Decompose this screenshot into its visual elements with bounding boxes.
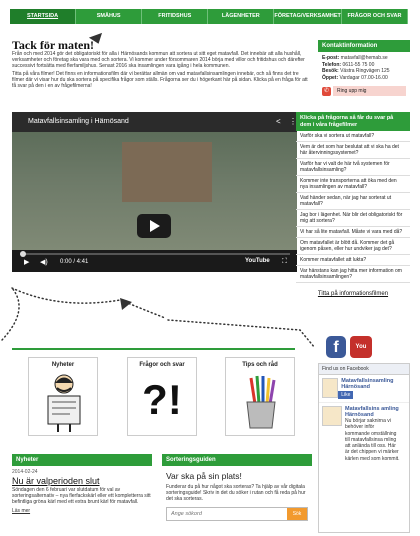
share-icon[interactable]: < bbox=[276, 117, 281, 126]
video-progress-bar[interactable] bbox=[20, 251, 290, 257]
facebook-page: Matavfallsinsamling Härnösand Like bbox=[319, 375, 409, 402]
news-section: Nyheter 2014-02-24 Nu är valperioden slu… bbox=[12, 454, 152, 514]
sorting-search: Sök bbox=[166, 506, 308, 521]
faq-item[interactable]: Jag bor i lägenhet. När blir det obligat… bbox=[296, 210, 410, 227]
news-text: Söndagen den 6 februari var slutdatum fö… bbox=[12, 487, 151, 506]
main-nav: STARTSIDA SMÅHUS FRITIDSHUS LÄGENHETER F… bbox=[10, 9, 408, 24]
youtube-icon[interactable]: You Tube bbox=[350, 336, 372, 372]
contact-box: Kontaktinformation E-post: matavfall@hem… bbox=[318, 40, 410, 98]
contact-details: E-post: matavfall@hemab.se Telefon: 0611… bbox=[318, 52, 410, 84]
pencil-cup-illustration bbox=[246, 375, 276, 429]
card-title: Nyheter bbox=[51, 362, 75, 368]
intro-paragraph-1: Från och med 2014 gör det obligatoriskt … bbox=[12, 51, 305, 70]
nav-smahus[interactable]: SMÅHUS bbox=[76, 9, 143, 24]
social-links: f You Tube bbox=[320, 334, 400, 372]
facebook-widget-header: Find us on Facebook bbox=[319, 364, 409, 375]
phone-value: 0611-55 75 00 bbox=[342, 61, 375, 68]
contact-header: Kontaktinformation bbox=[318, 40, 410, 52]
ring-label: Ring upp mig bbox=[333, 86, 406, 96]
email-value[interactable]: matavfall@hemab.se bbox=[341, 55, 388, 61]
fullscreen-icon[interactable]: ⛶ bbox=[282, 258, 287, 266]
faq-item[interactable]: Kommer inte transporterna att öka med de… bbox=[296, 176, 410, 193]
youtube-logo[interactable]: YouTube bbox=[245, 258, 270, 264]
divider-line bbox=[12, 348, 295, 350]
intro-text: Från och med 2014 gör det obligatoriskt … bbox=[12, 51, 312, 90]
arrow-decoration bbox=[88, 32, 106, 47]
facebook-widget: Find us on Facebook Matavfallsinsamling … bbox=[318, 363, 410, 533]
visit-label: Besök: bbox=[322, 68, 339, 74]
like-button[interactable]: Like bbox=[338, 391, 354, 399]
video-frame[interactable] bbox=[12, 132, 297, 250]
news-date: 2014-02-24 bbox=[12, 469, 38, 475]
faq-item[interactable]: Om matavfallet är blött då. Kommer det g… bbox=[296, 238, 410, 255]
open-value: Vardagar 07.00-16.00 bbox=[339, 74, 388, 81]
read-more-link[interactable]: Läs mer bbox=[12, 508, 152, 514]
page-avatar[interactable] bbox=[322, 378, 339, 398]
sorting-guide: Sorteringsguiden Var ska på sin plats! F… bbox=[162, 454, 312, 521]
nav-lagenheter[interactable]: LÄGENHETER bbox=[208, 9, 275, 24]
video-player[interactable]: Matavfallsinsamling i Härnösand < ⋮ ▶ ◀)… bbox=[12, 112, 297, 272]
visit-value: Västra Ringvägen 125 bbox=[340, 68, 390, 74]
search-input[interactable] bbox=[167, 507, 287, 520]
video-time: 0:00 / 4:41 bbox=[60, 259, 89, 265]
facebook-page-name[interactable]: Matavfallsinsamling Härnösand bbox=[341, 378, 406, 390]
faq-item[interactable]: Vad händer sedan, när jag har sorterat u… bbox=[296, 193, 410, 210]
card-fragor-och-svar[interactable]: Frågor och svar ?! bbox=[127, 357, 197, 436]
facebook-icon[interactable]: f bbox=[326, 336, 346, 358]
faq-header: Klicka på frågorna så får du svar på dem… bbox=[296, 112, 410, 131]
video-controls: ▶ ◀) 0:00 / 4:41 YouTube ⛶ bbox=[12, 250, 297, 272]
play-button[interactable] bbox=[137, 214, 171, 238]
facebook-post: Matavfallsins amling Härnösand Nu börjar… bbox=[319, 402, 409, 465]
faq-item[interactable]: Varför ska vi sortera ut matavfall? bbox=[296, 131, 410, 142]
news-headline[interactable]: Nu är valperioden slut bbox=[12, 476, 152, 486]
search-button[interactable]: Sök bbox=[287, 507, 307, 520]
nav-fritidshus[interactable]: FRITIDSHUS bbox=[142, 9, 209, 24]
card-title: Frågor och svar bbox=[139, 362, 185, 368]
volume-icon[interactable]: ◀) bbox=[40, 258, 48, 266]
news-header: Nyheter bbox=[12, 454, 152, 466]
card-title: Tips och råd bbox=[242, 362, 278, 368]
intro-paragraph-2: Titta på våra filmer! Det finns en infor… bbox=[12, 70, 308, 90]
question-exclaim-icon: ?! bbox=[142, 376, 182, 423]
newsreader-illustration bbox=[47, 374, 81, 432]
video-title[interactable]: Matavfallsinsamling i Härnösand bbox=[28, 118, 129, 125]
video-thumbnail bbox=[122, 142, 212, 202]
card-nyheter[interactable]: Nyheter bbox=[28, 357, 98, 436]
phone-icon: ✆ bbox=[322, 86, 331, 96]
nav-startsida[interactable]: STARTSIDA bbox=[10, 9, 77, 24]
sorting-header: Sorteringsguiden bbox=[162, 454, 312, 466]
ring-me-button[interactable]: ✆ Ring upp mig bbox=[322, 86, 406, 96]
open-label: Öppet: bbox=[322, 74, 339, 81]
card-tips-och-rad[interactable]: Tips och råd bbox=[225, 357, 295, 436]
post-avatar bbox=[322, 406, 342, 426]
sorting-headline: Var ska på sin plats! bbox=[166, 471, 242, 481]
post-text: Nu börjar saknirna vi behöver inför komm… bbox=[345, 418, 400, 462]
nav-foretag[interactable]: FÖRETAG/VERKSAMHET bbox=[274, 9, 342, 24]
email-label: E-post: bbox=[322, 55, 340, 61]
post-author[interactable]: Matavfallsins amling Härnösand bbox=[345, 406, 400, 418]
faq-item[interactable]: Varför har vi valt de här två systemen f… bbox=[296, 159, 410, 176]
phone-label: Telefon: bbox=[322, 61, 342, 68]
sorting-text: Funderar du på hur något ska sorteras? T… bbox=[166, 484, 306, 503]
faq-item[interactable]: Vem är det som har beslutat att vi ska h… bbox=[296, 142, 410, 159]
post-content: Matavfallsins amling Härnösand Nu börjar… bbox=[345, 406, 400, 462]
progress-handle[interactable] bbox=[20, 251, 26, 257]
faq-item[interactable]: Vi har så lite matavfall. Måste vi vara … bbox=[296, 227, 410, 238]
nav-fragor-och-svar[interactable]: FRÅGOR OCH SVAR bbox=[342, 9, 408, 24]
faq-item[interactable]: Kommer matavfallet att lukta? bbox=[296, 255, 410, 266]
play-icon[interactable]: ▶ bbox=[24, 258, 29, 266]
